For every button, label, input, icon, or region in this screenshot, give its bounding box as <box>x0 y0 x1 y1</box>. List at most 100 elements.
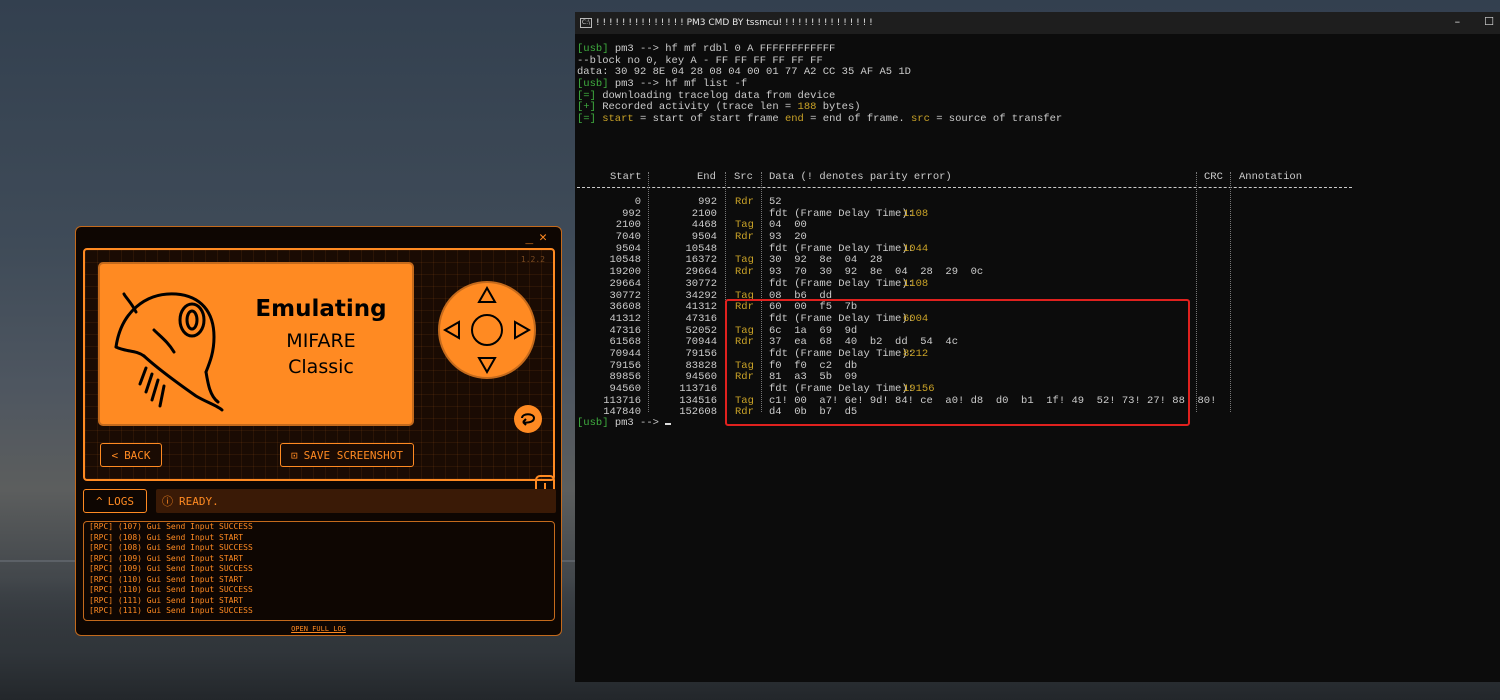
keyword: start <box>595 113 634 126</box>
version-label: 1.2.2 <box>520 255 545 264</box>
header-crc: CRC <box>1204 171 1223 183</box>
save-screenshot-button[interactable]: ⊡ SAVE SCREENSHOT <box>280 443 414 467</box>
usb-tag: [usb] <box>577 78 609 91</box>
end-cell: 79156 <box>685 347 717 360</box>
message-text: bytes) <box>816 101 861 114</box>
console-line: [=] start = start of start frame end = e… <box>577 113 1500 126</box>
lcd-protocol-line2: Classic <box>288 356 354 378</box>
end-cell: 30772 <box>685 277 717 290</box>
message-text: Recorded activity (trace len = <box>595 101 798 114</box>
table-row: 7040 9504 Rdr 93 20 <box>577 231 1352 244</box>
status-text: READY. <box>179 494 219 508</box>
log-line: [RPC] (110) Gui Send Input START <box>89 574 244 584</box>
minimize-icon[interactable]: – <box>1455 15 1461 28</box>
end-cell: 47316 <box>685 312 717 325</box>
end-cell: 113716 <box>679 383 717 395</box>
console-title: ! ! ! ! ! ! ! ! ! ! ! ! ! ! PM3 CMD BY t… <box>596 18 873 28</box>
end-cell: 992 <box>698 196 717 208</box>
text-cursor <box>665 423 672 425</box>
success-tag: [+] <box>577 101 596 114</box>
prompt-text: pm3 --> <box>608 417 666 429</box>
log-line: [RPC] (110) Gui Send Input SUCCESS <box>89 585 253 594</box>
header-start: Start <box>610 171 642 183</box>
data-cell: 52 <box>769 196 782 208</box>
open-full-log-link[interactable]: OPEN FULL LOG <box>76 625 561 633</box>
keyword: end <box>784 113 804 126</box>
chevron-left-icon: < <box>111 448 119 462</box>
header-end: End <box>697 171 716 183</box>
console-output[interactable]: [usb] pm3 --> hf mf rdbl 0 A FFFFFFFFFFF… <box>577 43 1500 429</box>
back-label: BACK <box>124 448 151 462</box>
device-panel: 1.2.2 Emulating MIFARE Classic < BACK ⊡ … <box>83 248 555 495</box>
save-screenshot-label: SAVE SCREENSHOT <box>303 448 403 462</box>
console-prompt[interactable]: [usb] pm3 --> <box>577 417 672 430</box>
log-line: [RPC] (109) Gui Send Input START <box>89 553 244 563</box>
highlight-box <box>725 299 1190 426</box>
command-text: pm3 --> hf mf list -f <box>608 78 748 91</box>
console-window: C:\ ! ! ! ! ! ! ! ! ! ! ! ! ! ! PM3 CMD … <box>575 12 1500 682</box>
usb-tag: [usb] <box>577 417 609 429</box>
src-cell: Rdr <box>735 266 754 279</box>
header-annotation: Annotation <box>1239 171 1303 183</box>
dolphin-icon <box>114 292 224 412</box>
message-text: = end of frame. <box>803 113 911 126</box>
table-divider <box>577 187 1352 188</box>
maximize-icon[interactable]: ☐ <box>1484 15 1494 28</box>
keyword: src <box>910 113 930 126</box>
message-text: = source of transfer <box>929 113 1063 126</box>
start-cell: 70944 <box>609 347 641 360</box>
trace-table-header: Start End Src Data (! denotes parity err… <box>577 171 1352 192</box>
usb-tag: [usb] <box>577 43 609 55</box>
logs-toggle-button[interactable]: ^ LOGS <box>83 489 147 513</box>
src-cell: Rdr <box>735 196 754 208</box>
log-line: [RPC] (111) Gui Send Input START <box>89 595 244 605</box>
info-tag: [=] <box>577 89 596 102</box>
log-panel[interactable]: [RPC] (107) Gui Send Input SUCCESS [RPC]… <box>83 521 555 621</box>
info-tag: [=] <box>577 113 596 126</box>
close-icon[interactable]: ✕ <box>539 230 553 245</box>
console-app-icon: C:\ <box>580 18 592 28</box>
lcd-title: Emulating <box>255 296 387 322</box>
console-titlebar: C:\ ! ! ! ! ! ! ! ! ! ! ! ! ! ! PM3 CMD … <box>575 12 1500 34</box>
trace-length: 188 <box>797 101 817 114</box>
chevron-up-icon: ^ <box>95 494 103 508</box>
console-line: [usb] pm3 --> hf mf rdbl 0 A FFFFFFFFFFF… <box>577 43 1500 56</box>
start-cell: 94560 <box>609 383 641 395</box>
back-round-button[interactable] <box>513 404 543 434</box>
start-cell: 7040 <box>615 231 641 244</box>
log-line: [RPC] (111) Gui Send Input SUCCESS <box>89 606 253 615</box>
log-line: [RPC] (109) Gui Send Input SUCCESS <box>89 564 253 573</box>
log-line: [RPC] (108) Gui Send Input START <box>89 532 244 542</box>
window-controls: _✕ <box>525 230 553 245</box>
table-row: 29664 30772 fdt (Frame Delay Time): 1108 <box>577 277 1352 291</box>
src-cell: Rdr <box>735 231 754 244</box>
start-cell: 29664 <box>609 277 641 290</box>
flipper-app-window: _✕ 1.2.2 Emulating MIFARE Classic < BACK… <box>75 226 562 636</box>
command-text: pm3 --> hf mf rdbl 0 A FFFFFFFFFFFF <box>608 43 836 55</box>
end-cell: 9504 <box>691 231 717 244</box>
data-cell: 93 20 <box>769 231 807 244</box>
message-text: = start of start frame <box>633 113 785 126</box>
device-lcd: Emulating MIFARE Classic <box>100 264 412 424</box>
log-line: [RPC] (108) Gui Send Input SUCCESS <box>89 543 253 552</box>
start-cell: 0 <box>634 196 641 208</box>
header-data: Data (! denotes parity error) <box>769 171 952 183</box>
data-cell: fdt (Frame Delay Time): <box>769 277 921 290</box>
console-window-controls: – ☐ <box>1455 15 1494 28</box>
status-bar: ⓘ READY. <box>156 489 556 513</box>
header-src: Src <box>734 171 753 183</box>
save-icon: ⊡ <box>291 448 298 462</box>
info-circle-icon: ⓘ <box>162 495 173 508</box>
minimize-icon[interactable]: _ <box>525 230 539 245</box>
fdt-value: 1108 <box>903 277 929 290</box>
start-cell: 41312 <box>609 312 641 325</box>
dpad-control[interactable] <box>437 280 537 380</box>
fdt-value: 1044 <box>903 242 929 255</box>
back-button[interactable]: < BACK <box>100 443 162 467</box>
log-line: [RPC] (107) Gui Send Input SUCCESS <box>89 522 253 531</box>
logs-label: LOGS <box>107 494 135 508</box>
lcd-protocol-line1: MIFARE <box>286 330 356 352</box>
message-text: downloading tracelog data from device <box>595 89 836 102</box>
table-row: 0 992 Rdr 52 <box>577 196 1352 209</box>
fdt-value: 1108 <box>903 207 929 220</box>
